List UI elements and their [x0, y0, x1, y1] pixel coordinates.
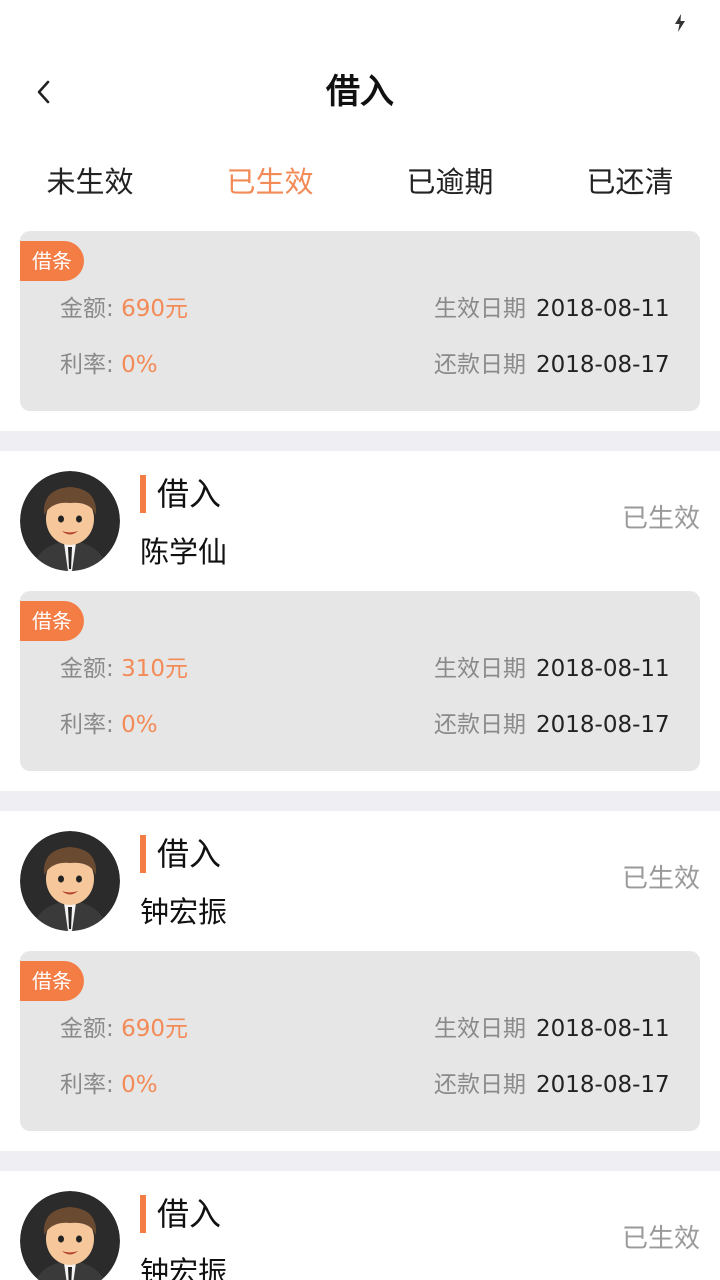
list-item-header[interactable]: 借入 钟宏振 已生效 [0, 1171, 720, 1280]
status-text: 已生效 [621, 864, 700, 894]
status-tabs: 未生效 已生效 已逾期 已还清 [0, 140, 720, 224]
loan-card[interactable]: 借条 金额: 690元 生效日期 2018-08-11 利率: 0% 还款日期 20… [20, 951, 700, 1131]
type-accent-bar [140, 835, 146, 873]
effective-date-label: 生效日期 [434, 656, 526, 682]
divider [0, 791, 720, 811]
rate-value: 0% [121, 352, 158, 378]
rate-label: 利率: [60, 352, 114, 378]
effective-date-value: 2018-08-11 [536, 296, 670, 322]
iou-tag: 借条 [20, 601, 84, 641]
tab-effective[interactable]: 已生效 [180, 140, 360, 224]
amount-label: 金额: [60, 656, 114, 682]
divider [0, 1151, 720, 1171]
loan-card[interactable]: 借条 金额: 690元 生效日期 2018-08-11 利率: 0% 还款日期 20… [20, 231, 700, 411]
loan-type-label: 借入 [157, 475, 222, 513]
repay-date-label: 还款日期 [434, 352, 526, 378]
amount-label: 金额: [60, 1016, 114, 1042]
page-title: 借入 [326, 72, 394, 112]
tab-overdue[interactable]: 已逾期 [360, 140, 540, 224]
person-name: 钟宏振 [140, 1255, 228, 1280]
avatar [20, 471, 120, 571]
rate-value: 0% [121, 712, 158, 738]
effective-date-label: 生效日期 [434, 296, 526, 322]
status-bar [0, 0, 720, 46]
amount-label: 金额: [60, 296, 114, 322]
effective-date-value: 2018-08-11 [536, 1016, 670, 1042]
repay-date-label: 还款日期 [434, 712, 526, 738]
loan-type-label: 借入 [157, 1195, 222, 1233]
person-name: 钟宏振 [140, 895, 228, 929]
type-accent-bar [140, 1195, 146, 1233]
tab-paid-off[interactable]: 已还清 [540, 140, 720, 224]
effective-date-label: 生效日期 [434, 1016, 526, 1042]
amount-value: 690元 [121, 1016, 188, 1042]
avatar [20, 831, 120, 931]
loan-type-label: 借入 [157, 835, 222, 873]
status-text: 已生效 [621, 504, 700, 534]
rate-label: 利率: [60, 712, 114, 738]
repay-date-value: 2018-08-17 [536, 352, 670, 378]
rate-value: 0% [121, 1072, 158, 1098]
iou-tag: 借条 [20, 961, 84, 1001]
iou-tag: 借条 [20, 241, 84, 281]
repay-date-label: 还款日期 [434, 1072, 526, 1098]
avatar [20, 1191, 120, 1280]
divider [0, 431, 720, 451]
amount-value: 310元 [121, 656, 188, 682]
list-item-header[interactable]: 借入 钟宏振 已生效 [0, 811, 720, 931]
loan-card[interactable]: 借条 金额: 310元 生效日期 2018-08-11 利率: 0% 还款日期 20… [20, 591, 700, 771]
status-text: 已生效 [621, 1224, 700, 1254]
type-accent-bar [140, 475, 146, 513]
rate-label: 利率: [60, 1072, 114, 1098]
person-name: 陈学仙 [140, 535, 228, 569]
list-item-header[interactable]: 借入 陈学仙 已生效 [0, 451, 720, 571]
effective-date-value: 2018-08-11 [536, 656, 670, 682]
repay-date-value: 2018-08-17 [536, 1072, 670, 1098]
charging-icon [675, 14, 685, 32]
repay-date-value: 2018-08-17 [536, 712, 670, 738]
nav-bar: 借入 [0, 46, 720, 138]
amount-value: 690元 [121, 296, 188, 322]
tab-not-effective[interactable]: 未生效 [0, 140, 180, 224]
